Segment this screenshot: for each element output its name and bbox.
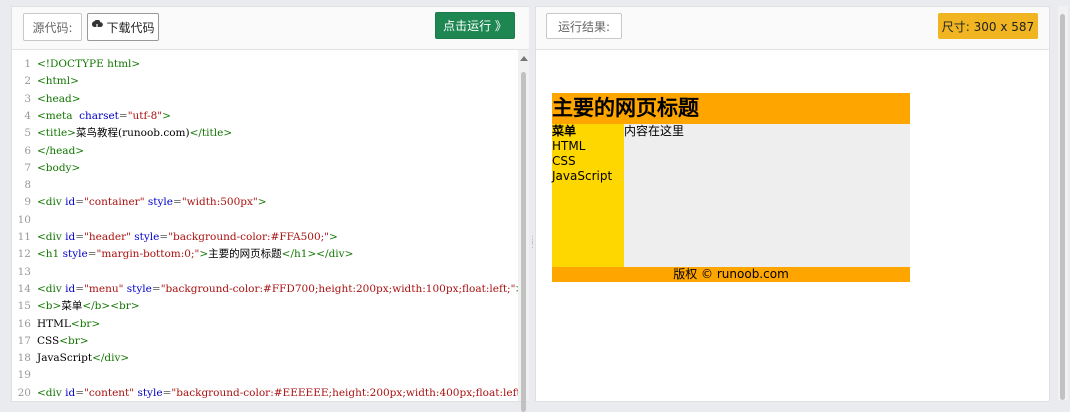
preview-body: 菜单 HTML CSS JavaScript 内容在这里 <box>552 124 910 267</box>
code-line[interactable]: 8 <box>12 177 518 194</box>
size-badge: 尺寸: 300 x 587 <box>938 13 1038 39</box>
code-text: <div id="header" style="background-color… <box>37 231 338 243</box>
preview-menu: 菜单 HTML CSS JavaScript <box>552 124 624 267</box>
code-text: <div id="container" style="width:500px"> <box>37 196 267 209</box>
line-number: 3 <box>24 92 31 105</box>
source-code-label: 源代码: <box>23 13 82 41</box>
code-line[interactable]: 3 <head> <box>12 91 518 108</box>
code-text: CSS<br> <box>37 334 89 347</box>
line-number: 14 <box>17 282 31 295</box>
code-editor[interactable]: 1 <!DOCTYPE html> 2 <html> 3 <head> 4 <meta cha… <box>12 50 518 401</box>
code-text: <title>菜鸟教程(runoob.com)</title> <box>37 127 233 140</box>
code-line[interactable]: 2 <html> <box>12 73 518 90</box>
line-number: 5 <box>24 127 31 140</box>
preview-header: 主要的网页标题 <box>552 93 910 124</box>
line-number: 16 <box>17 317 31 330</box>
preview-page-title: 主要的网页标题 <box>552 96 699 120</box>
code-editor-panel: 源代码: 下载代码 点击运行 》 1 <!DOCTYPE html> 2 <html>… <box>11 6 529 412</box>
preview-menu-item: CSS <box>552 154 576 168</box>
code-text: <html> <box>37 75 79 88</box>
result-frame: 主要的网页标题 菜单 HTML CSS JavaScript 内容在这里 版权 … <box>536 50 1049 401</box>
run-result-label: 运行结果: <box>546 13 622 39</box>
scroll-up-arrow-icon[interactable] <box>520 56 528 61</box>
run-button[interactable]: 点击运行 》 <box>435 12 515 39</box>
line-number: 10 <box>17 213 31 226</box>
code-line[interactable]: 19 <box>12 367 518 384</box>
line-number: 20 <box>17 386 31 399</box>
preview-menu-heading: 菜单 <box>552 124 577 138</box>
line-number: 18 <box>17 352 31 365</box>
code-text: <div id="menu" style="background-color:#… <box>37 282 518 295</box>
result-toolbar: 运行结果: 尺寸: 300 x 587 <box>536 7 1049 50</box>
line-number: 1 <box>24 58 31 70</box>
download-code-label: 下载代码 <box>106 20 155 35</box>
editor-scrollbar-thumb[interactable] <box>521 72 526 412</box>
editor-toolbar: 源代码: 下载代码 点击运行 》 <box>12 7 529 50</box>
line-number: 19 <box>17 369 31 382</box>
code-line[interactable]: 15 <b>菜单</b><br> <box>12 298 518 315</box>
rendered-preview: 主要的网页标题 菜单 HTML CSS JavaScript 内容在这里 版权 … <box>552 93 910 282</box>
line-number: 17 <box>17 334 31 347</box>
line-number: 6 <box>24 144 31 157</box>
code-text: <meta charset="utf-8"> <box>37 109 171 122</box>
code-text: <!DOCTYPE html> <box>37 58 141 70</box>
code-text: HTML<br> <box>37 317 101 330</box>
code-text: JavaScript</div> <box>37 352 130 365</box>
preview-menu-item: JavaScript <box>552 169 613 183</box>
line-number: 11 <box>17 231 31 243</box>
code-text: <div id="content" style="background-colo… <box>37 386 518 399</box>
line-number: 2 <box>24 75 31 88</box>
code-line[interactable]: 6 </head> <box>12 143 518 160</box>
preview-content: 内容在这里 <box>624 124 910 267</box>
preview-footer: 版权 © runoob.com <box>552 267 910 282</box>
code-line[interactable]: 11 <div id="header" style="background-col… <box>12 229 518 246</box>
code-line[interactable]: 1 <!DOCTYPE html> <box>12 56 518 73</box>
cloud-download-icon <box>91 19 104 34</box>
code-line[interactable]: 17 CSS<br> <box>12 333 518 350</box>
line-number: 12 <box>17 248 31 261</box>
code-line[interactable]: 5 <title>菜鸟教程(runoob.com)</title> <box>12 125 518 142</box>
line-number: 13 <box>17 265 31 278</box>
code-line[interactable]: 13 <box>12 264 518 281</box>
line-number: 4 <box>24 109 31 122</box>
code-line[interactable]: 12 <h1 style="margin-bottom:0;">主要的网页标题</… <box>12 246 518 263</box>
panel-resize-handle-icon[interactable]: ⋮ ⋮ <box>528 236 537 258</box>
code-line[interactable]: 9 <div id="container" style="width:500px"… <box>12 194 518 211</box>
code-text: <b>菜单</b><br> <box>37 300 140 313</box>
line-number: 15 <box>17 300 31 313</box>
line-number: 8 <box>24 179 31 192</box>
code-line[interactable]: 16 HTML<br> <box>12 316 518 333</box>
result-panel: 运行结果: 尺寸: 300 x 587 主要的网页标题 菜单 HTML CSS … <box>535 6 1050 402</box>
code-line[interactable]: 10 <box>12 212 518 229</box>
code-text: <body> <box>37 161 81 174</box>
code-line[interactable]: 4 <meta charset="utf-8"> <box>12 108 518 125</box>
editor-scrollbar[interactable] <box>518 50 529 412</box>
code-text: <h1 style="margin-bottom:0;">主要的网页标题</h1… <box>37 248 354 261</box>
download-code-button[interactable]: 下载代码 <box>87 13 159 41</box>
code-line[interactable]: 20 <div id="content" style="background-co… <box>12 385 518 401</box>
page-scrollbar-thumb[interactable] <box>1060 14 1065 400</box>
code-text: </head> <box>37 144 85 157</box>
code-text: <head> <box>37 92 81 105</box>
line-number: 7 <box>24 161 31 174</box>
code-line[interactable]: 7 <body> <box>12 160 518 177</box>
code-line[interactable]: 18 JavaScript</div> <box>12 350 518 367</box>
page-scrollbar[interactable] <box>1058 6 1068 400</box>
preview-menu-item: HTML <box>552 139 586 153</box>
code-line[interactable]: 14 <div id="menu" style="background-color… <box>12 281 518 298</box>
line-number: 9 <box>24 196 31 209</box>
